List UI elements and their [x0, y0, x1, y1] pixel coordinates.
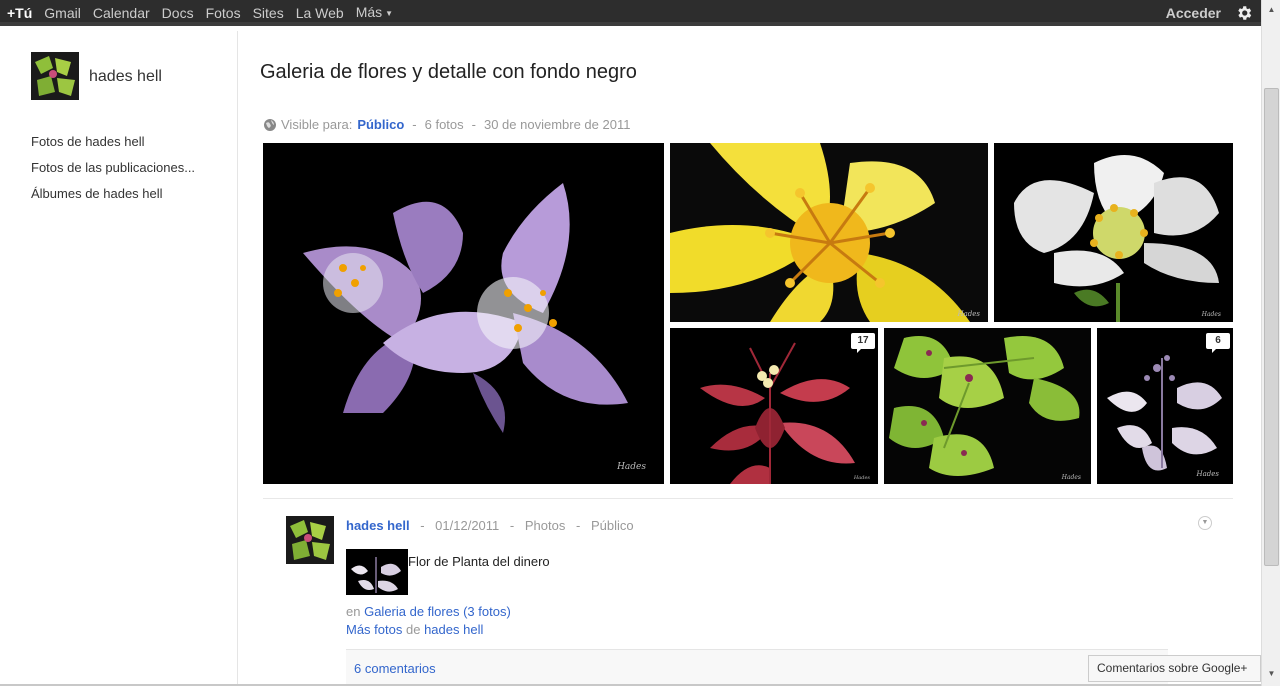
photo-white-flower[interactable]: Hades [994, 143, 1233, 322]
photo-signature: Hades [1196, 470, 1220, 478]
album-title: Galeria de flores y detalle con fondo ne… [260, 61, 637, 83]
post-options-chevron-icon[interactable]: ▼ [1198, 516, 1212, 530]
photo-purple-flower[interactable]: Hades [263, 143, 664, 484]
visibility-link[interactable]: Público [357, 117, 404, 132]
chevron-down-icon: ▼ [385, 8, 394, 18]
post-album-line: en Galeria de flores (3 fotos) [346, 604, 511, 619]
photo-signature: Hades [1061, 474, 1081, 481]
nav-more-label: Más [355, 4, 383, 21]
nav-sites[interactable]: Sites [247, 0, 290, 26]
page-scrollbar[interactable]: ▲ ▼ [1261, 0, 1280, 686]
post-header: hades hell - 01/12/2011 - Photos - Públi… [346, 518, 634, 533]
separator: - [412, 117, 417, 132]
sidebar-link-owner-photos[interactable]: Fotos de hades hell [31, 134, 195, 160]
scrollbar-thumb[interactable] [1264, 88, 1279, 566]
post-author-link[interactable]: hades hell [346, 518, 410, 533]
nav-calendar[interactable]: Calendar [87, 0, 156, 26]
nav-plus-you[interactable]: +Tú [0, 0, 38, 26]
of-label: de [405, 622, 421, 637]
divider [263, 498, 1233, 499]
comment-count-badge[interactable]: 17 [851, 333, 875, 353]
nav-docs[interactable]: Docs [156, 0, 200, 26]
separator: - [471, 117, 476, 132]
top-nav: +Tú Gmail Calendar Docs Fotos Sites La W… [0, 0, 399, 26]
owner-avatar[interactable] [31, 52, 79, 100]
album-meta: Visible para: Público - 6 fotos - 30 de … [263, 117, 630, 132]
photo-white-leaves[interactable]: 6 Hades [1097, 328, 1233, 484]
sidebar-link-albums[interactable]: Álbumes de hades hell [31, 186, 195, 212]
nav-photos[interactable]: Fotos [200, 0, 247, 26]
separator: - [575, 518, 581, 533]
in-label: en [346, 604, 361, 619]
top-right: Acceder [1166, 0, 1261, 26]
separator: - [420, 518, 425, 533]
post-date-link[interactable]: 01/12/2011 [435, 518, 499, 533]
comment-count-badge[interactable]: 6 [1206, 333, 1230, 353]
post-author-avatar[interactable] [286, 516, 334, 564]
sidebar-link-post-photos[interactable]: Fotos de las publicaciones... [31, 160, 195, 186]
photo-signature: Hades [1201, 311, 1221, 318]
photo-signature: Hades [853, 475, 870, 481]
top-navigation-bar: +Tú Gmail Calendar Docs Fotos Sites La W… [0, 0, 1261, 26]
sidebar-links: Fotos de hades hell Fotos de las publica… [31, 134, 195, 212]
nav-more[interactable]: Más ▼ [350, 0, 399, 27]
scroll-up-arrow-icon[interactable]: ▲ [1264, 2, 1279, 18]
post-source: Photos [524, 518, 566, 533]
photo-count: 6 fotos [424, 117, 464, 132]
more-photos-author-link[interactable]: hades hell [424, 622, 483, 637]
album-link[interactable]: Galeria de flores (3 fotos) [364, 604, 511, 619]
comments-link[interactable]: 6 comentarios [354, 661, 436, 676]
photo-signature: Hades [957, 310, 981, 318]
album-date: 30 de noviembre de 2011 [483, 117, 631, 132]
post-visibility[interactable]: Público [591, 518, 634, 533]
signin-link[interactable]: Acceder [1166, 5, 1231, 21]
globe-icon [264, 118, 276, 131]
nav-web[interactable]: La Web [290, 0, 350, 26]
gear-icon[interactable] [1231, 0, 1257, 26]
nav-gmail[interactable]: Gmail [38, 0, 87, 26]
photo-signature: Hades [617, 462, 646, 472]
separator: - [509, 518, 515, 533]
scroll-down-arrow-icon[interactable]: ▼ [1264, 666, 1279, 682]
photo-yellow-flower[interactable]: Hades [670, 143, 988, 322]
comments-bar: 6 comentarios [346, 649, 1168, 686]
post-photo-thumbnail[interactable] [346, 549, 408, 595]
sidebar: hades hell Fotos de hades hell Fotos de … [0, 31, 238, 686]
post-caption: Flor de Planta del dinero [408, 554, 550, 569]
photo-green-leaves[interactable]: Hades [884, 328, 1091, 484]
more-photos-link[interactable]: Más fotos [346, 622, 402, 637]
feedback-button[interactable]: Comentarios sobre Google+ [1088, 655, 1261, 682]
visible-for-label: Visible para: [281, 117, 353, 132]
post-more-photos-line: Más fotos de hades hell [346, 622, 483, 637]
photo-red-leaves[interactable]: 17 Hades [670, 328, 878, 484]
owner-name[interactable]: hades hell [89, 68, 162, 86]
